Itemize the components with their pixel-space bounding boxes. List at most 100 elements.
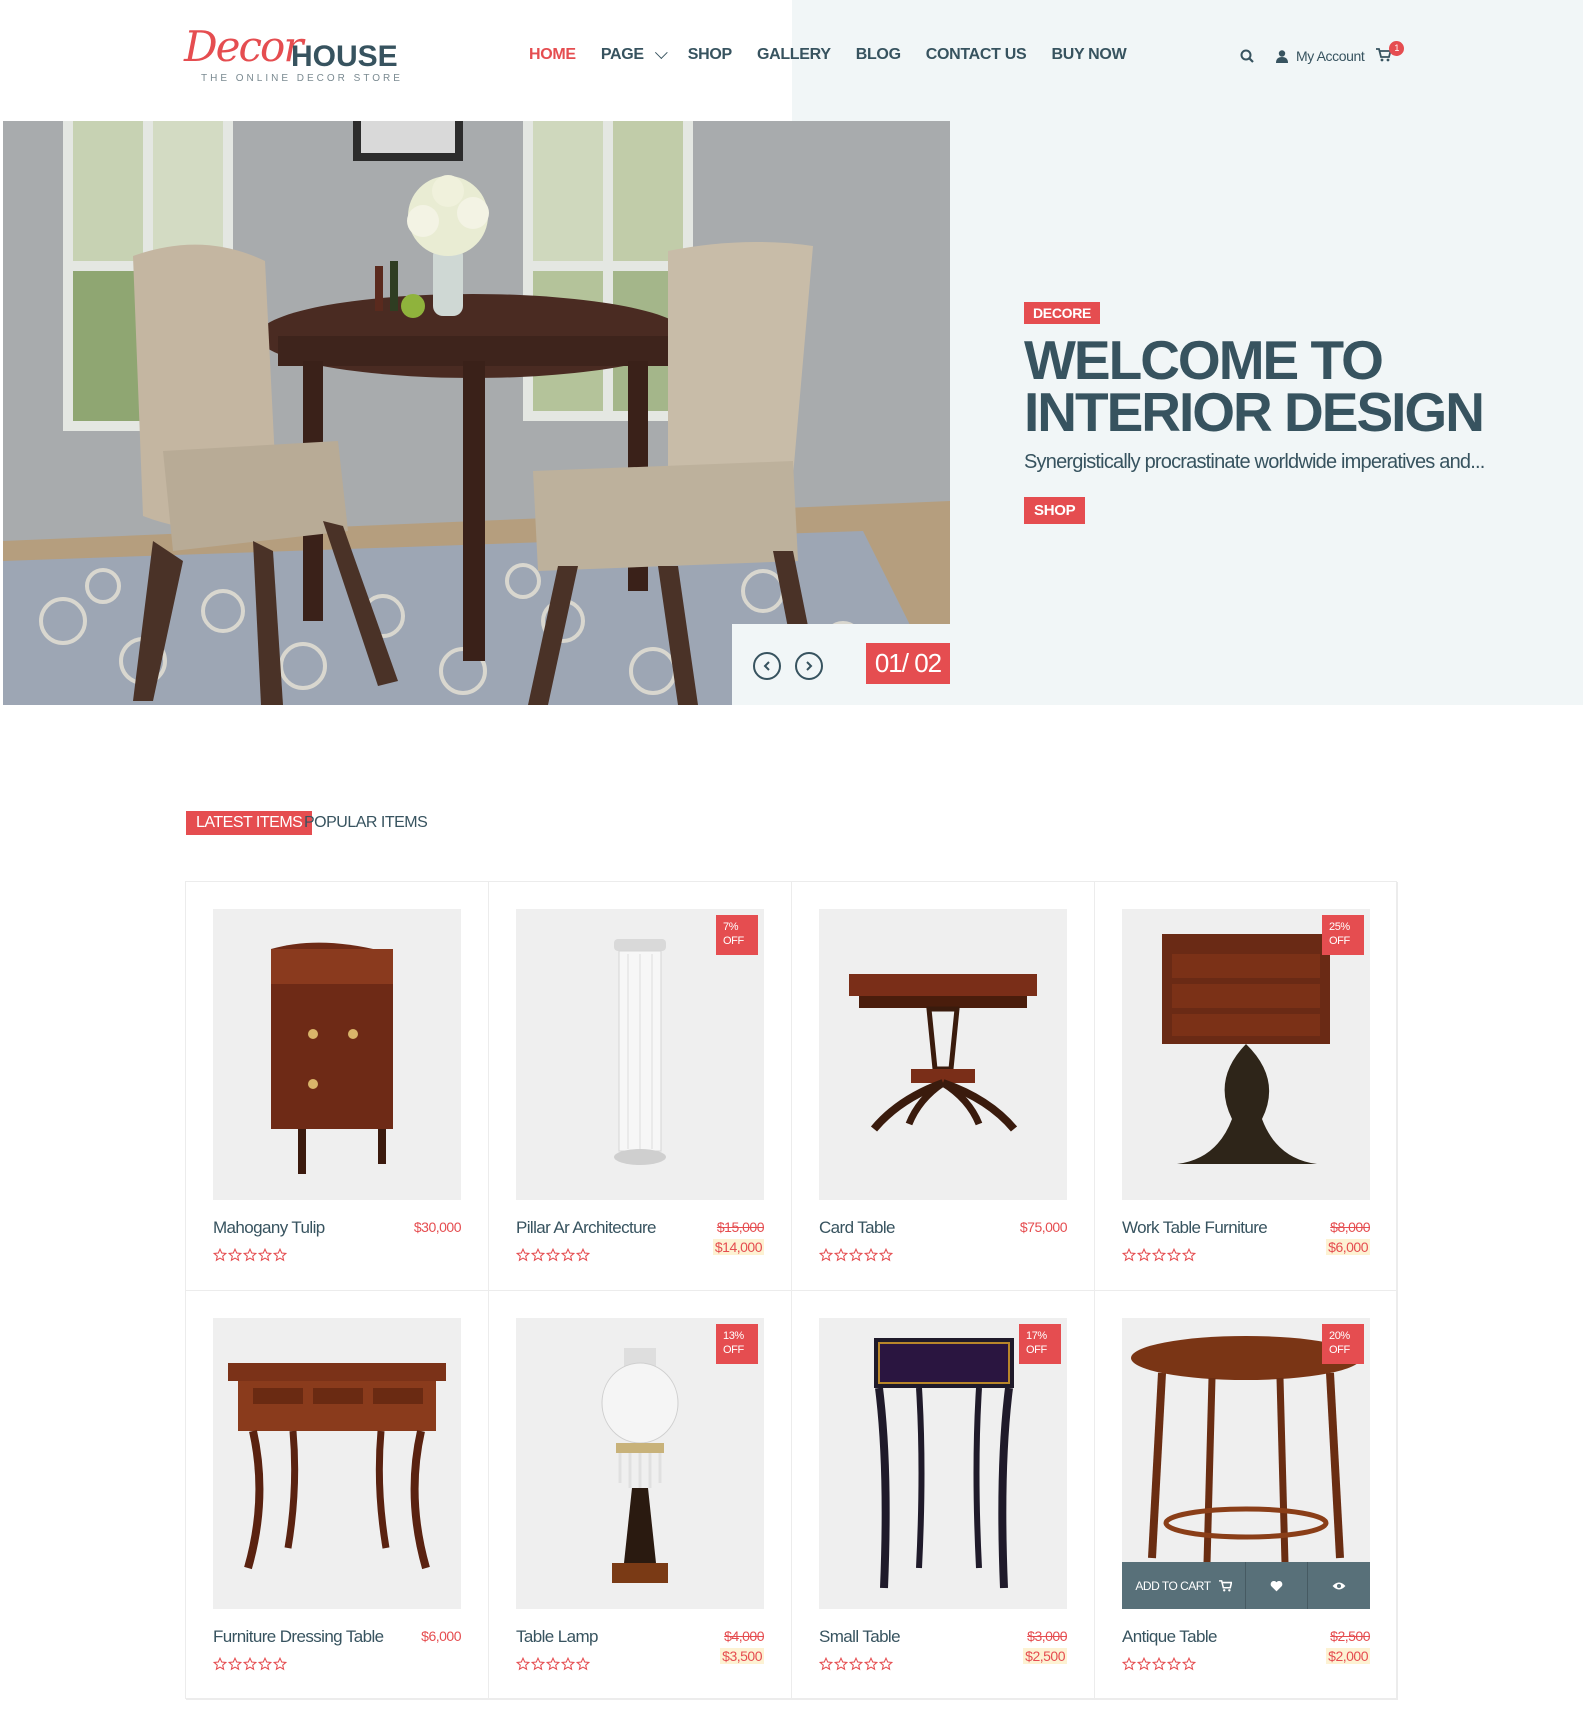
product-name[interactable]: Mahogany Tulip bbox=[213, 1218, 325, 1238]
nav-label: PAGE bbox=[600, 46, 644, 63]
hero-title: WELCOME TO INTERIOR DESIGN bbox=[1024, 329, 1485, 443]
product-card[interactable]: 25% OFF Work Table Furniture $8,000 $6,000 bbox=[1095, 882, 1398, 1291]
sale-price: $2,500 bbox=[1023, 1648, 1067, 1664]
product-name[interactable]: Furniture Dressing Table bbox=[213, 1627, 384, 1647]
product-price-block: $15,000 $14,000 bbox=[712, 1219, 765, 1255]
product-image[interactable] bbox=[819, 909, 1067, 1200]
slider-next-button[interactable] bbox=[795, 652, 823, 680]
product-price-block: $8,000 $6,000 bbox=[1326, 1219, 1370, 1255]
nav-item-shop[interactable]: SHOP bbox=[688, 46, 732, 64]
star-icon bbox=[1137, 1657, 1151, 1671]
cart-icon bbox=[1218, 1579, 1232, 1591]
star-icon bbox=[213, 1657, 227, 1671]
nav-item-blog[interactable]: BLOG bbox=[856, 46, 901, 64]
wishlist-button[interactable] bbox=[1246, 1562, 1308, 1609]
product-card[interactable]: Card Table $75,000 bbox=[792, 882, 1095, 1291]
nav-label: BLOG bbox=[855, 46, 901, 63]
star-icon bbox=[1182, 1657, 1196, 1671]
nav-item-page[interactable]: PAGE bbox=[600, 45, 668, 64]
hero-shop-button[interactable]: SHOP bbox=[1024, 497, 1086, 524]
slider-controls: 01/ 02 bbox=[732, 624, 950, 705]
add-to-cart-button[interactable]: ADD TO CART bbox=[1122, 1562, 1246, 1609]
rating-stars bbox=[516, 1657, 591, 1671]
chevron-down-icon bbox=[654, 45, 668, 59]
product-image[interactable]: 17% OFF bbox=[819, 1318, 1067, 1609]
star-icon bbox=[243, 1657, 257, 1671]
star-icon bbox=[516, 1657, 530, 1671]
star-icon bbox=[561, 1248, 575, 1262]
logo-tagline: THE ONLINE DECOR STORE bbox=[201, 73, 403, 84]
header-tools: My Account 1 bbox=[1240, 41, 1405, 64]
nav-item-gallery[interactable]: GALLERY bbox=[757, 46, 831, 64]
star-icon bbox=[213, 1248, 227, 1262]
rating-stars bbox=[1122, 1657, 1197, 1671]
slider-prev-button[interactable] bbox=[753, 652, 781, 680]
rating-stars bbox=[1122, 1248, 1197, 1262]
product-image[interactable]: 25% OFF bbox=[1122, 909, 1370, 1200]
nav-item-contact[interactable]: CONTACT US bbox=[926, 46, 1027, 64]
old-price: $8,000 bbox=[1330, 1219, 1370, 1235]
star-icon bbox=[1152, 1657, 1166, 1671]
sale-price: $3,500 bbox=[720, 1648, 764, 1664]
tab-popular-items[interactable]: POPULAR ITEMS bbox=[304, 814, 428, 832]
product-grid: Mahogany Tulip $30,000 7% OFF Pillar Ar A… bbox=[185, 881, 1398, 1700]
star-icon bbox=[879, 1657, 893, 1671]
product-card[interactable]: 20% OFF ADD TO CART Antique Table $2,500 $… bbox=[1095, 1291, 1398, 1700]
product-name[interactable]: Small Table bbox=[819, 1627, 901, 1647]
main-nav: HOME PAGE SHOP GALLERY BLOG CONTACT US B… bbox=[529, 45, 1151, 64]
my-account-link[interactable]: My Account bbox=[1296, 48, 1365, 64]
product-image[interactable]: 13% OFF bbox=[516, 1318, 764, 1609]
product-image[interactable] bbox=[213, 909, 461, 1200]
rating-stars bbox=[819, 1248, 894, 1262]
tab-latest-items[interactable]: LATEST ITEMS bbox=[186, 811, 313, 835]
site-logo[interactable]: Decor HOUSE THE ONLINE DECOR STORE bbox=[184, 26, 404, 86]
cart-button[interactable]: 1 bbox=[1376, 41, 1405, 64]
product-name[interactable]: Card Table bbox=[819, 1218, 896, 1238]
star-icon bbox=[531, 1248, 545, 1262]
product-image[interactable] bbox=[213, 1318, 461, 1609]
nav-item-home[interactable]: HOME bbox=[529, 46, 576, 64]
star-icon bbox=[228, 1657, 242, 1671]
rating-stars bbox=[213, 1248, 288, 1262]
product-price-block: $3,000 $2,500 bbox=[1023, 1628, 1067, 1664]
product-action-bar: ADD TO CART bbox=[1122, 1562, 1370, 1609]
star-icon bbox=[258, 1248, 272, 1262]
nav-label: BUY NOW bbox=[1051, 46, 1127, 63]
star-icon bbox=[531, 1657, 545, 1671]
search-icon[interactable] bbox=[1240, 49, 1254, 63]
product-card[interactable]: 17% OFF Small Table $3,000 $2,500 bbox=[792, 1291, 1095, 1700]
product-name[interactable]: Work Table Furniture bbox=[1122, 1218, 1268, 1238]
product-card[interactable]: 13% OFF Table Lamp $4,000 $3,500 bbox=[489, 1291, 792, 1700]
logo-main: HOUSE bbox=[291, 40, 398, 73]
star-icon bbox=[516, 1248, 530, 1262]
product-price: $30,000 bbox=[413, 1219, 462, 1235]
star-icon bbox=[273, 1248, 287, 1262]
product-card[interactable]: 7% OFF Pillar Ar Architecture $15,000 $14,… bbox=[489, 882, 792, 1291]
star-icon bbox=[849, 1248, 863, 1262]
old-price: $4,000 bbox=[724, 1628, 764, 1644]
sale-price: $14,000 bbox=[712, 1239, 764, 1255]
product-image[interactable]: 7% OFF bbox=[516, 909, 764, 1200]
sale-price: $6,000 bbox=[1326, 1239, 1370, 1255]
product-name[interactable]: Pillar Ar Architecture bbox=[516, 1218, 656, 1238]
star-icon bbox=[1182, 1248, 1196, 1262]
hero-tag: DECORE bbox=[1024, 302, 1101, 324]
product-image[interactable]: 20% OFF ADD TO CART bbox=[1122, 1318, 1370, 1609]
star-icon bbox=[1122, 1657, 1136, 1671]
discount-badge: 17% OFF bbox=[1019, 1324, 1061, 1364]
star-icon bbox=[546, 1657, 560, 1671]
product-card[interactable]: Mahogany Tulip $30,000 bbox=[186, 882, 489, 1291]
product-name[interactable]: Antique Table bbox=[1122, 1627, 1218, 1647]
product-card[interactable]: Furniture Dressing Table $6,000 bbox=[186, 1291, 489, 1700]
quick-view-button[interactable] bbox=[1308, 1562, 1370, 1609]
hero-image bbox=[3, 121, 950, 705]
rating-stars bbox=[516, 1248, 591, 1262]
nav-item-buy-now[interactable]: BUY NOW bbox=[1051, 46, 1126, 64]
discount-badge: 13% OFF bbox=[716, 1324, 758, 1364]
star-icon bbox=[1137, 1248, 1151, 1262]
product-name[interactable]: Table Lamp bbox=[516, 1627, 598, 1647]
discount-badge: 7% OFF bbox=[716, 915, 758, 955]
star-icon bbox=[576, 1248, 590, 1262]
rating-stars bbox=[819, 1657, 894, 1671]
old-price: $2,500 bbox=[1330, 1628, 1370, 1644]
